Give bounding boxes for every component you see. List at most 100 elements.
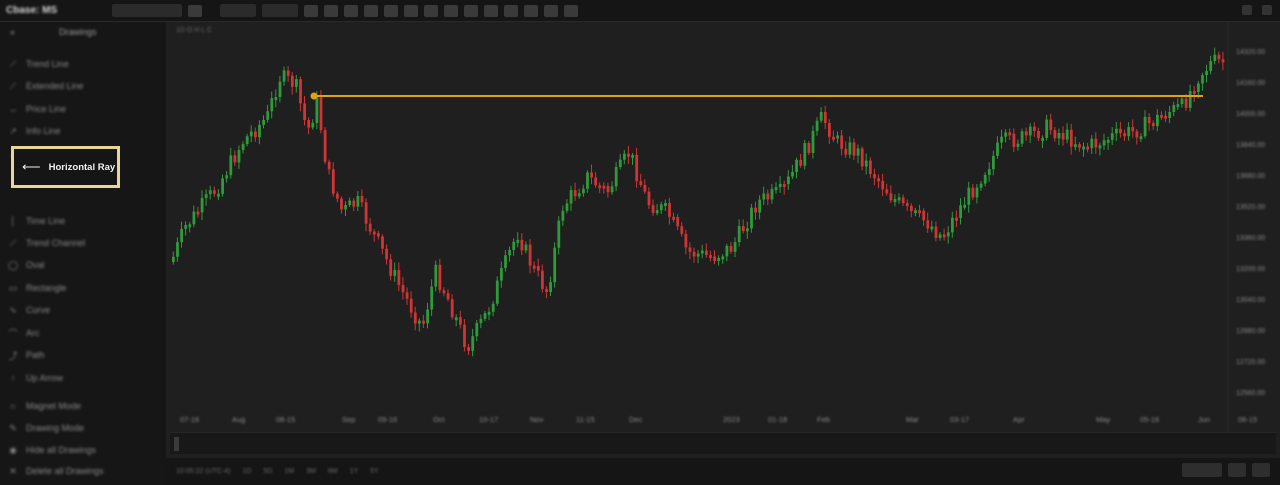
candle-body bbox=[795, 159, 798, 172]
undo-icon[interactable] bbox=[424, 4, 438, 17]
candle-body bbox=[286, 70, 290, 76]
candle-body bbox=[557, 220, 561, 248]
candle-body bbox=[1143, 116, 1147, 137]
symbol-search[interactable]: Cbase: MS bbox=[6, 5, 106, 16]
range-6m[interactable]: 6M bbox=[328, 468, 338, 475]
fullscreen-icon[interactable] bbox=[564, 4, 578, 17]
line-icon[interactable] bbox=[344, 4, 358, 17]
candle-body bbox=[594, 177, 598, 186]
sidebar-item-label: Time Line bbox=[26, 216, 66, 226]
bars-icon[interactable] bbox=[324, 4, 338, 17]
drawing-mode-icon: ✎ bbox=[9, 422, 17, 433]
window-controls bbox=[1242, 5, 1272, 15]
candle-body bbox=[770, 188, 774, 200]
sidebar-item-drawing-mode[interactable]: ✎ Drawing Mode bbox=[8, 420, 84, 436]
collapse-icon[interactable]: « bbox=[10, 27, 15, 37]
candle-body bbox=[836, 135, 839, 139]
timeframe-button[interactable] bbox=[220, 4, 256, 17]
candle-body bbox=[819, 112, 823, 121]
sidebar-item-hide[interactable]: ◉ Hide all Drawings bbox=[8, 442, 96, 458]
candle-body bbox=[971, 187, 975, 198]
range-1d[interactable]: 1D bbox=[242, 468, 251, 475]
horizontal-ray-anchor[interactable] bbox=[310, 92, 318, 100]
time-navigator[interactable] bbox=[170, 432, 1276, 454]
sidebar-item-time-line[interactable]: │ Time Line bbox=[8, 213, 65, 229]
navigator-handle[interactable] bbox=[174, 437, 179, 451]
candle-body bbox=[1172, 105, 1176, 113]
top-toolbar: Cbase: MS bbox=[0, 0, 1280, 22]
time-line-icon: │ bbox=[10, 216, 16, 226]
symbol-input[interactable] bbox=[112, 4, 182, 17]
candle-body bbox=[832, 136, 835, 140]
redo-icon[interactable] bbox=[444, 4, 458, 17]
percent-scale-button[interactable] bbox=[1252, 463, 1270, 477]
sidebar-item-trend-line[interactable]: ⟋ Trend Line bbox=[8, 56, 69, 72]
y-axis-label: 13840.00 bbox=[1236, 142, 1266, 149]
candle-body bbox=[631, 154, 634, 158]
pencil-icon[interactable] bbox=[404, 4, 418, 17]
sidebar-item-label: Arc bbox=[26, 328, 40, 338]
sidebar-item-price-line[interactable]: ↔ Price Line bbox=[8, 101, 67, 117]
compare-icon[interactable] bbox=[384, 4, 398, 17]
candle-body bbox=[381, 236, 384, 249]
indicators-icon[interactable] bbox=[364, 4, 378, 17]
candle-body bbox=[495, 280, 499, 304]
sidebar-item-up-arrow[interactable]: ↑ Up Arrow bbox=[8, 370, 63, 386]
candle-body bbox=[1061, 132, 1065, 140]
candle-body bbox=[717, 257, 721, 261]
candle-body bbox=[664, 203, 667, 207]
candle-body bbox=[241, 144, 245, 150]
bottom-right-controls bbox=[1182, 463, 1270, 477]
sidebar-item-extended-line[interactable]: ⟋ Extended Line bbox=[8, 78, 84, 94]
sidebar-item-rectangle[interactable]: ▭ Rectangle bbox=[8, 280, 67, 296]
candle-body bbox=[725, 245, 729, 257]
sidebar-item-curve[interactable]: ∿ Curve bbox=[8, 302, 50, 318]
sidebar-item-trash[interactable]: ✕ Delete all Drawings bbox=[8, 463, 103, 479]
alert-icon[interactable] bbox=[464, 4, 478, 17]
candle-body bbox=[311, 122, 315, 128]
range-1y[interactable]: 1Y bbox=[350, 468, 359, 475]
layout-icon[interactable] bbox=[504, 4, 518, 17]
candle-body bbox=[1033, 126, 1036, 131]
hide-icon: ◉ bbox=[9, 444, 17, 455]
candle-body bbox=[208, 190, 212, 195]
x-axis-label: 01-18 bbox=[768, 415, 788, 424]
candle-body bbox=[512, 241, 516, 251]
candle-body bbox=[983, 174, 987, 184]
candle-body bbox=[996, 142, 999, 156]
minimize-icon[interactable] bbox=[1242, 5, 1252, 15]
settings-icon[interactable] bbox=[544, 4, 558, 17]
candle-body bbox=[270, 98, 274, 112]
interval-icon[interactable] bbox=[188, 4, 202, 17]
horizontal-ray-tool[interactable]: ⟵ Horizontal Ray bbox=[11, 146, 120, 188]
candle-body bbox=[213, 190, 216, 194]
camera-icon[interactable] bbox=[524, 4, 538, 17]
candle-body bbox=[536, 265, 540, 271]
candles-icon[interactable] bbox=[304, 4, 318, 17]
candle-body bbox=[282, 70, 286, 82]
arc-icon: ⌒ bbox=[8, 328, 18, 339]
sidebar-item-magnet[interactable]: ∩ Magnet Mode bbox=[8, 398, 81, 414]
auto-scale-button[interactable] bbox=[1182, 463, 1222, 477]
sidebar-item-oval[interactable]: ◯ Oval bbox=[8, 257, 45, 273]
log-scale-button[interactable] bbox=[1228, 463, 1246, 477]
sidebar-item-info-line[interactable]: ↗ Info Line bbox=[8, 123, 60, 139]
replay-icon[interactable] bbox=[484, 4, 498, 17]
candle-body bbox=[676, 217, 680, 227]
range-5y[interactable]: 5Y bbox=[370, 468, 379, 475]
range-5d[interactable]: 5D bbox=[263, 468, 272, 475]
chart-type-button[interactable] bbox=[262, 4, 298, 17]
range-1m[interactable]: 1M bbox=[284, 468, 294, 475]
candle-body bbox=[192, 211, 196, 225]
candle-body bbox=[1168, 112, 1172, 119]
candle-body bbox=[893, 199, 897, 203]
sidebar-item-path[interactable]: ⤴ Path bbox=[8, 347, 44, 363]
range-3m[interactable]: 3M bbox=[306, 468, 316, 475]
extended-line-icon: ⟋ bbox=[9, 80, 17, 91]
sidebar-item-arc[interactable]: ⌒ Arc bbox=[8, 325, 40, 341]
candle-body bbox=[176, 242, 179, 257]
close-icon[interactable] bbox=[1262, 5, 1272, 15]
chart-area[interactable]: 1D O H L C 07-16 Aug 08-15 Sep 09-16 Oct 10-17… bbox=[166, 22, 1280, 464]
sidebar-item-trend-channel[interactable]: ⟋ Trend Channel bbox=[8, 235, 85, 251]
price-chart[interactable] bbox=[166, 22, 1280, 432]
